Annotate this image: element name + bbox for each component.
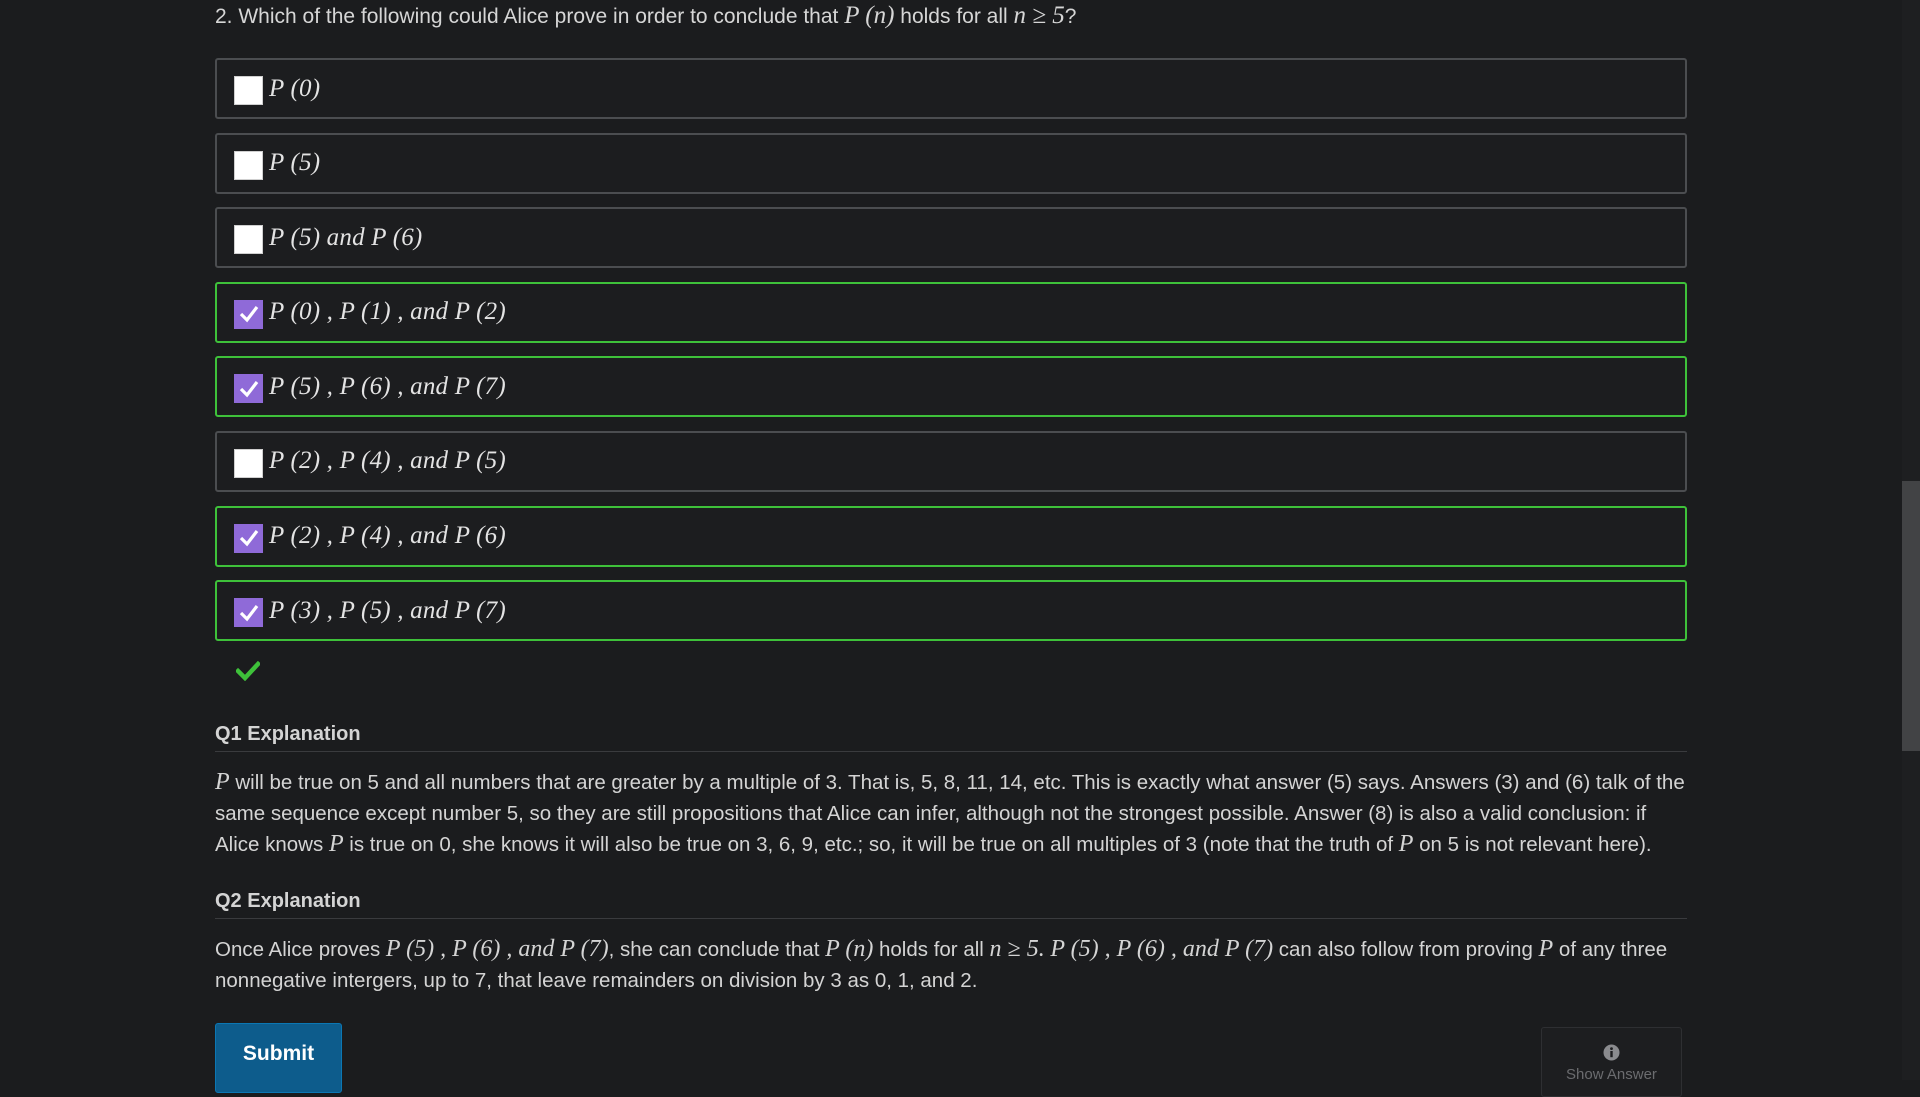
option-7[interactable]: P (2) , P (4) , and P (6) — [215, 505, 1687, 567]
checkbox-7[interactable] — [234, 523, 263, 553]
show-answer-button[interactable]: Show Answer — [1541, 1027, 1682, 1097]
check-icon — [239, 530, 258, 547]
checkbox-3[interactable] — [234, 225, 263, 255]
q2-explanation-title: Q2 Explanation — [215, 890, 1687, 919]
checkbox-1[interactable] — [234, 76, 263, 105]
math-expr: P (n) — [825, 936, 874, 962]
question-suffix: ? — [1064, 5, 1077, 28]
text-run: Once Alice proves — [215, 938, 386, 961]
check-icon — [239, 380, 258, 398]
text-run: on 5 is not relevant here). — [1413, 833, 1652, 856]
option-8[interactable]: P (3) , P (5) , and P (7) — [215, 580, 1687, 642]
check-icon — [239, 306, 258, 323]
checkbox-5[interactable] — [234, 374, 263, 404]
checkbox-6[interactable] — [234, 448, 263, 478]
question-mid: holds for all — [900, 5, 1008, 28]
checkbox-2[interactable] — [234, 150, 263, 180]
math-p: P — [328, 831, 344, 857]
option-3[interactable]: P (5) and P (6) — [215, 207, 1687, 269]
math-expr: P (5) , P (6) , and P (7) — [1050, 936, 1274, 962]
math-expr: P (5) , P (6) , and P (7) — [385, 936, 609, 962]
question-prefix: 2. Which of the following could Alice pr… — [215, 5, 839, 28]
option-label: P (0) — [269, 74, 321, 102]
math-p: P — [1538, 936, 1554, 962]
submit-button[interactable]: Submit — [215, 1023, 342, 1093]
question-text: 2. Which of the following could Alice pr… — [215, 0, 1685, 33]
option-label: P (0) , P (1) , and P (2) — [269, 298, 506, 326]
option-label: P (2) , P (4) , and P (5) — [269, 447, 506, 475]
option-4[interactable]: P (0) , P (1) , and P (2) — [215, 281, 1687, 343]
q1-explanation-title: Q1 Explanation — [215, 723, 1687, 752]
checkbox-4[interactable] — [234, 299, 263, 329]
option-label: P (5) — [269, 149, 321, 177]
text-run: is true on 0, she knows it will also be … — [343, 833, 1399, 856]
option-1[interactable]: P (0) — [215, 58, 1687, 119]
question-math-pn: P (n) — [844, 2, 895, 29]
question-math-n: n ≥ 5 — [1013, 2, 1065, 29]
option-label: P (2) , P (4) , and P (6) — [269, 522, 506, 550]
math-expr: n ≥ 5. — [989, 936, 1045, 962]
text-run: can also follow from proving — [1273, 938, 1539, 961]
option-2[interactable]: P (5) — [215, 132, 1687, 194]
check-icon — [239, 604, 258, 622]
option-label: P (5) and P (6) — [269, 223, 423, 251]
answer-options: P (0) P (5) P (5) and P (6) P (0) , P (1… — [215, 58, 1687, 655]
math-p: P — [1398, 831, 1414, 857]
scrollbar-thumb[interactable] — [1902, 481, 1920, 751]
q1-explanation-text: P will be true on 5 and all numbers that… — [215, 767, 1690, 860]
option-6[interactable]: P (2) , P (4) , and P (5) — [215, 430, 1687, 492]
checkbox-8[interactable] — [234, 598, 263, 628]
text-run: holds for all — [873, 938, 990, 961]
option-label: P (3) , P (5) , and P (7) — [269, 596, 506, 624]
text-run: , she can conclude that — [608, 938, 826, 961]
option-5[interactable]: P (5) , P (6) , and P (7) — [215, 356, 1687, 418]
checkmark-icon — [236, 661, 260, 681]
math-p: P — [215, 769, 230, 795]
info-icon — [1603, 1044, 1620, 1061]
q2-explanation-text: Once Alice proves P (5) , P (6) , and P … — [215, 934, 1690, 996]
option-label: P (5) , P (6) , and P (7) — [269, 372, 506, 400]
show-answer-label: Show Answer — [1566, 1066, 1657, 1083]
